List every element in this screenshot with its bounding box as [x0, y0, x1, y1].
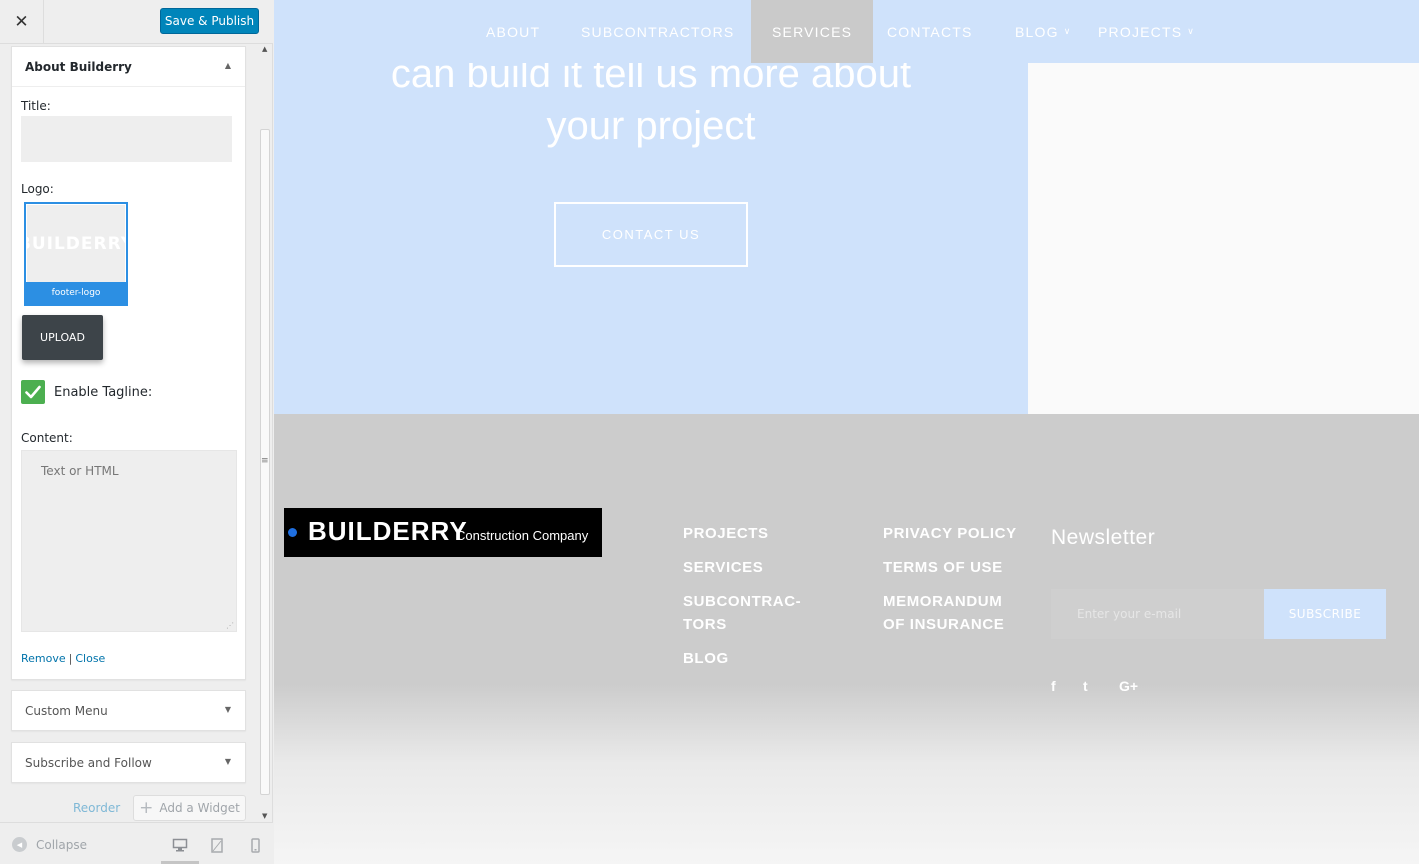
- footer-link-projects[interactable]: PROJECTS: [683, 522, 769, 545]
- checkmark-icon: [25, 385, 41, 399]
- caret-down-icon[interactable]: ▼: [225, 757, 231, 766]
- twitter-icon[interactable]: t: [1083, 678, 1088, 694]
- logo-filename: footer-logo: [26, 282, 126, 304]
- site-preview: can build it tell us more about your pro…: [274, 0, 1419, 864]
- logo-preview-text: BUILDERRY: [27, 233, 125, 254]
- enable-tagline-label: Enable Tagline:: [54, 385, 153, 400]
- hero-heading: can build it tell us more about your pro…: [334, 48, 968, 152]
- chevron-down-icon: ∨: [1063, 26, 1072, 36]
- title-input[interactable]: [21, 116, 232, 162]
- widget-actions: Remove | Close: [21, 652, 105, 665]
- logo-preview-image: BUILDERRY: [27, 205, 125, 282]
- logo-name: BUILDERRY: [308, 516, 468, 546]
- nav-item-contacts[interactable]: CONTACTS: [887, 0, 973, 63]
- collapse-sidebar-button[interactable]: ◀ Collapse: [12, 837, 87, 852]
- copyright-text: Copyright © 2018. All rights reserved by…: [288, 832, 697, 845]
- close-customizer-button[interactable]: ✕: [0, 0, 44, 44]
- logo-thumbnail[interactable]: BUILDERRY footer-logo: [24, 202, 128, 306]
- footer-link-privacy[interactable]: PRIVACY POLICY: [883, 522, 1017, 545]
- footer-link-memorandum[interactable]: MEMORANDUM OF INSURANCE: [883, 590, 1004, 636]
- add-widget-button[interactable]: + Add a Widget: [133, 795, 246, 821]
- widget-title: Subscribe and Follow: [25, 756, 152, 770]
- scroll-up-arrow-icon[interactable]: ▲: [262, 45, 267, 53]
- scrollbar-grip-icon: ≡: [261, 456, 269, 466]
- site-footer: BUILDERRY Construction Company PROJECTS …: [274, 414, 1419, 864]
- logo-dot-icon: [288, 528, 297, 537]
- widget-custom-menu[interactable]: Custom Menu ▼: [11, 690, 246, 731]
- footer-link-blog[interactable]: BLOG: [683, 647, 729, 670]
- close-widget-link[interactable]: Close: [75, 652, 105, 665]
- resize-handle-icon[interactable]: ⋰: [226, 621, 234, 630]
- collapse-label: Collapse: [36, 837, 87, 852]
- save-publish-button[interactable]: Save & Publish: [160, 8, 259, 34]
- title-field-label: Title:: [21, 99, 51, 113]
- newsletter-email-input[interactable]: Enter your e-mail: [1051, 589, 1264, 639]
- footer-link-subcontractors[interactable]: SUBCONTRAC- TORS: [683, 590, 801, 636]
- sidebar-header: ✕ Save & Publish: [0, 0, 273, 44]
- mobile-icon[interactable]: [243, 835, 267, 855]
- widget-about-builderry: About Builderry ▲ Title: Logo: BUILDERRY…: [11, 46, 246, 680]
- reorder-link[interactable]: Reorder: [73, 801, 120, 815]
- action-separator: |: [68, 652, 73, 665]
- chevron-down-icon: ∨: [1187, 26, 1196, 36]
- nav-projects-label: PROJECTS: [1098, 23, 1183, 40]
- footer-link-services[interactable]: SERVICES: [683, 556, 763, 579]
- close-icon: ✕: [14, 12, 29, 32]
- subscribe-button[interactable]: SUBSCRIBE: [1264, 589, 1386, 639]
- nav-item-subcontractors[interactable]: SUBCONTRACTORS: [581, 0, 734, 63]
- caret-up-icon[interactable]: ▲: [225, 61, 231, 70]
- add-widget-label: Add a Widget: [159, 801, 240, 815]
- nav-blog-label: BLOG: [1015, 23, 1059, 40]
- desktop-icon[interactable]: [161, 835, 199, 864]
- enable-tagline-checkbox[interactable]: [21, 380, 45, 404]
- facebook-icon[interactable]: f: [1051, 678, 1056, 694]
- tablet-icon[interactable]: [205, 835, 229, 855]
- collapse-arrow-icon: ◀: [12, 837, 27, 852]
- nav-item-about[interactable]: ABOUT: [486, 0, 540, 63]
- caret-down-icon[interactable]: ▼: [225, 705, 231, 714]
- widget-title: About Builderry: [25, 60, 132, 74]
- google-plus-icon[interactable]: G+: [1119, 678, 1138, 694]
- customizer-sidebar: ✕ Save & Publish About Builderry ▲ Title…: [0, 0, 273, 864]
- content-placeholder: Text or HTML: [41, 464, 119, 478]
- plus-icon: +: [139, 797, 154, 818]
- sidebar-footer: ◀ Collapse: [0, 822, 273, 864]
- widget-title: Custom Menu: [25, 704, 108, 718]
- scroll-down-arrow-icon[interactable]: ▼: [262, 812, 267, 820]
- widget-subscribe-follow[interactable]: Subscribe and Follow ▼: [11, 742, 246, 783]
- hero-heading-line2: your project: [546, 104, 756, 148]
- newsletter-title: Newsletter: [1051, 526, 1156, 549]
- widget-header[interactable]: About Builderry ▲: [12, 47, 245, 87]
- content-textarea[interactable]: Text or HTML ⋰: [21, 450, 237, 632]
- remove-widget-link[interactable]: Remove: [21, 652, 66, 665]
- sidebar-scrollbar[interactable]: ▲ ≡ ▼: [258, 44, 272, 820]
- widgets-scroll-area: About Builderry ▲ Title: Logo: BUILDERRY…: [0, 44, 258, 822]
- content-field-label: Content:: [21, 431, 73, 445]
- contact-us-button[interactable]: CONTACT US: [554, 202, 748, 267]
- footer-link-terms[interactable]: TERMS OF USE: [883, 556, 1003, 579]
- logo-tagline: Construction Company: [456, 528, 589, 543]
- main-navigation: ABOUT SUBCONTRACTORS SERVICES CONTACTS B…: [274, 0, 1419, 63]
- nav-item-projects[interactable]: PROJECTS ∨: [1098, 0, 1195, 63]
- nav-item-services[interactable]: SERVICES: [751, 0, 874, 63]
- upload-button[interactable]: UPLOAD: [22, 315, 103, 360]
- footer-logo[interactable]: BUILDERRY Construction Company: [284, 508, 602, 557]
- nav-item-blog[interactable]: BLOG ∨: [1015, 0, 1072, 63]
- logo-field-label: Logo:: [21, 182, 54, 196]
